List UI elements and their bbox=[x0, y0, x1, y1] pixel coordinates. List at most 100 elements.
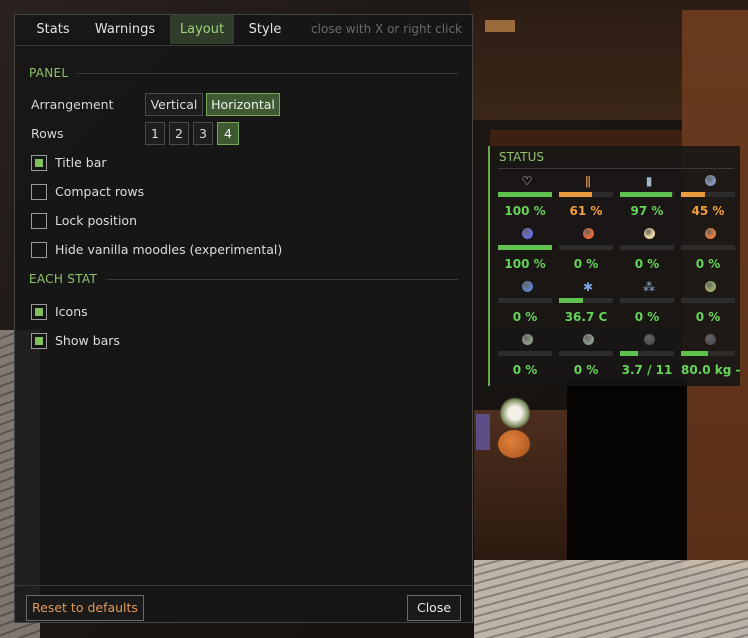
stressed-face-icon bbox=[581, 333, 595, 347]
hide-vanilla-moodles-label: Hide vanilla moodles (experimental) bbox=[55, 242, 283, 257]
water-bottle-icon: ▮ bbox=[645, 174, 653, 188]
stat-value: 0 % bbox=[634, 310, 660, 324]
stat-cell: 0 % bbox=[681, 227, 739, 277]
stat-cell: ✱ 36.7 C bbox=[559, 280, 617, 330]
stat-bar-fill bbox=[559, 192, 592, 197]
rows-label: Rows bbox=[31, 126, 64, 141]
arrangement-horizontal-button[interactable]: Horizontal bbox=[206, 93, 280, 116]
chair bbox=[476, 414, 490, 450]
bored-face-icon bbox=[703, 227, 717, 241]
stat-value: 97 % bbox=[630, 204, 664, 218]
stat-bar-fill bbox=[498, 245, 552, 250]
close-button[interactable]: Close bbox=[407, 595, 461, 621]
stat-cell: 0 % bbox=[559, 333, 617, 383]
section-title-panel: PANEL bbox=[29, 66, 69, 80]
angry-face-icon bbox=[581, 227, 595, 241]
bottom-fence bbox=[474, 560, 748, 638]
stat-bar bbox=[681, 192, 735, 197]
stat-bar bbox=[681, 245, 735, 250]
tab-warnings[interactable]: Warnings bbox=[85, 15, 165, 44]
lock-position-checkbox[interactable] bbox=[31, 213, 47, 229]
wet-drops-icon: ⁂ bbox=[643, 280, 655, 294]
arrangement-vertical-button[interactable]: Vertical bbox=[145, 93, 203, 116]
stat-value: 100 % bbox=[504, 204, 546, 218]
rows-2-button[interactable]: 2 bbox=[169, 122, 189, 145]
close-hint: close with X or right click bbox=[311, 22, 462, 36]
stat-value: 0 % bbox=[512, 310, 538, 324]
icons-checkbox[interactable] bbox=[31, 304, 47, 320]
shelf bbox=[485, 20, 515, 32]
stat-value: 0 % bbox=[573, 257, 599, 271]
stat-bar bbox=[620, 245, 674, 250]
stat-bar bbox=[559, 298, 613, 303]
stat-value: 0 % bbox=[573, 363, 599, 377]
rows-3-button[interactable]: 3 bbox=[193, 122, 213, 145]
scared-face-icon bbox=[642, 227, 656, 241]
stat-value: 0 % bbox=[695, 310, 721, 324]
tab-style[interactable]: Style bbox=[237, 15, 293, 44]
stat-cell: 0 % bbox=[681, 280, 739, 330]
panel-footer: Reset to defaults Close bbox=[15, 585, 472, 622]
stat-value: 3.7 / 11 bbox=[621, 363, 673, 377]
stat-value: 45 % bbox=[691, 204, 725, 218]
stat-cell: 80.0 kg - bbox=[681, 333, 741, 383]
stat-bar bbox=[620, 192, 674, 197]
snowflake-icon: ✱ bbox=[582, 280, 594, 294]
stat-bar bbox=[559, 245, 613, 250]
stat-cell: 0 % bbox=[498, 333, 556, 383]
reset-to-defaults-button[interactable]: Reset to defaults bbox=[26, 595, 144, 621]
weight-icon bbox=[642, 333, 656, 347]
section-title-each-stat: EACH STAT bbox=[29, 272, 98, 286]
tab-bar: Stats Warnings Layout Style close with X… bbox=[15, 15, 472, 46]
stat-bar bbox=[681, 351, 735, 356]
tired-face-icon bbox=[703, 174, 717, 188]
flower bbox=[500, 396, 530, 430]
tab-stats[interactable]: Stats bbox=[25, 15, 81, 44]
divider bbox=[77, 73, 458, 74]
fork-knife-icon: ǁ bbox=[585, 174, 591, 188]
stat-bar bbox=[620, 351, 674, 356]
stat-cell: 45 % bbox=[681, 174, 739, 224]
stat-value: 0 % bbox=[695, 257, 721, 271]
status-widget[interactable]: STATUS ♡ 100 % ǁ 61 % ▮ 97 % 45 % 100 % 0 % 0 % 0 … bbox=[488, 146, 741, 386]
stat-cell: ǁ 61 % bbox=[559, 174, 617, 224]
stat-cell: 3.7 / 11 bbox=[620, 333, 678, 383]
nauseous-face-icon bbox=[703, 280, 717, 294]
divider bbox=[498, 168, 734, 169]
stat-cell: 100 % bbox=[498, 227, 556, 277]
stat-cell: ♡ 100 % bbox=[498, 174, 556, 224]
tab-layout[interactable]: Layout bbox=[170, 15, 234, 44]
title-bar-checkbox[interactable] bbox=[31, 155, 47, 171]
stat-bar bbox=[498, 192, 552, 197]
stat-bar bbox=[620, 298, 674, 303]
lock-position-label: Lock position bbox=[55, 213, 137, 228]
stat-bar bbox=[498, 245, 552, 250]
stat-bar-fill bbox=[681, 351, 708, 356]
sick-face-icon bbox=[520, 227, 534, 241]
stat-value: 0 % bbox=[512, 363, 538, 377]
flower-pot bbox=[498, 430, 530, 458]
hide-vanilla-moodles-checkbox[interactable] bbox=[31, 242, 47, 258]
stat-cell: ▮ 97 % bbox=[620, 174, 678, 224]
status-title: STATUS bbox=[499, 150, 545, 164]
compact-rows-label: Compact rows bbox=[55, 184, 145, 199]
stat-value: 36.7 C bbox=[564, 310, 608, 324]
stat-value: 100 % bbox=[504, 257, 546, 271]
zombie-face-icon bbox=[520, 333, 534, 347]
sad-face-icon bbox=[520, 280, 534, 294]
stat-value: 0 % bbox=[634, 257, 660, 271]
compact-rows-checkbox[interactable] bbox=[31, 184, 47, 200]
show-bars-label: Show bars bbox=[55, 333, 120, 348]
stat-cell: 0 % bbox=[559, 227, 617, 277]
rows-1-button[interactable]: 1 bbox=[145, 122, 165, 145]
stat-cell: 0 % bbox=[498, 280, 556, 330]
arrangement-label: Arrangement bbox=[31, 97, 114, 112]
icons-label: Icons bbox=[55, 304, 88, 319]
stat-value: 80.0 kg - bbox=[681, 363, 741, 377]
stat-bar bbox=[559, 351, 613, 356]
rows-4-button[interactable]: 4 bbox=[217, 122, 239, 145]
body-weight-icon bbox=[703, 333, 717, 347]
stat-value: 61 % bbox=[569, 204, 603, 218]
heart-icon: ♡ bbox=[521, 174, 533, 188]
show-bars-checkbox[interactable] bbox=[31, 333, 47, 349]
